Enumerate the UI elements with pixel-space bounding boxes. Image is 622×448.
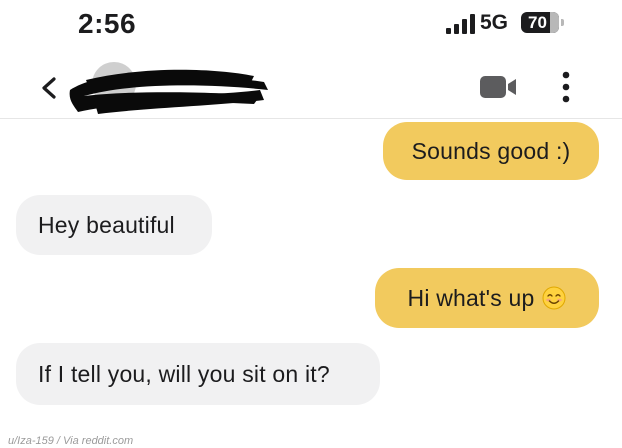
status-bar: 2:56 5G 70	[0, 0, 622, 56]
battery-tip	[561, 19, 564, 26]
message-text: Sounds good :)	[411, 137, 571, 164]
smiling-face-icon	[542, 286, 566, 310]
chat-header	[0, 56, 622, 119]
message-text: If I tell you, will you sit on it?	[38, 360, 330, 387]
video-camera-icon[interactable]	[480, 76, 518, 98]
message-bubble-received: If I tell you, will you sit on it?	[16, 343, 380, 405]
message-bubble-received: Hey beautiful	[16, 195, 212, 255]
chevron-left-icon[interactable]	[38, 76, 62, 100]
vertical-dots-icon[interactable]	[554, 70, 578, 104]
signal-strength-icon	[446, 14, 476, 34]
message-text: Hey beautiful	[38, 211, 175, 238]
image-credit: u/Iza-159 / Via reddit.com	[8, 435, 134, 447]
battery-icon: 70	[521, 12, 559, 33]
network-type: 5G	[480, 11, 509, 34]
message-bubble-sent: Sounds good :)	[383, 122, 599, 180]
battery-level: 70	[528, 13, 547, 32]
message-text: Hi what's up	[407, 284, 535, 311]
message-bubble-sent: Hi what's up	[375, 268, 599, 328]
redacted-contact-name	[69, 69, 268, 114]
status-time: 2:56	[78, 8, 137, 39]
